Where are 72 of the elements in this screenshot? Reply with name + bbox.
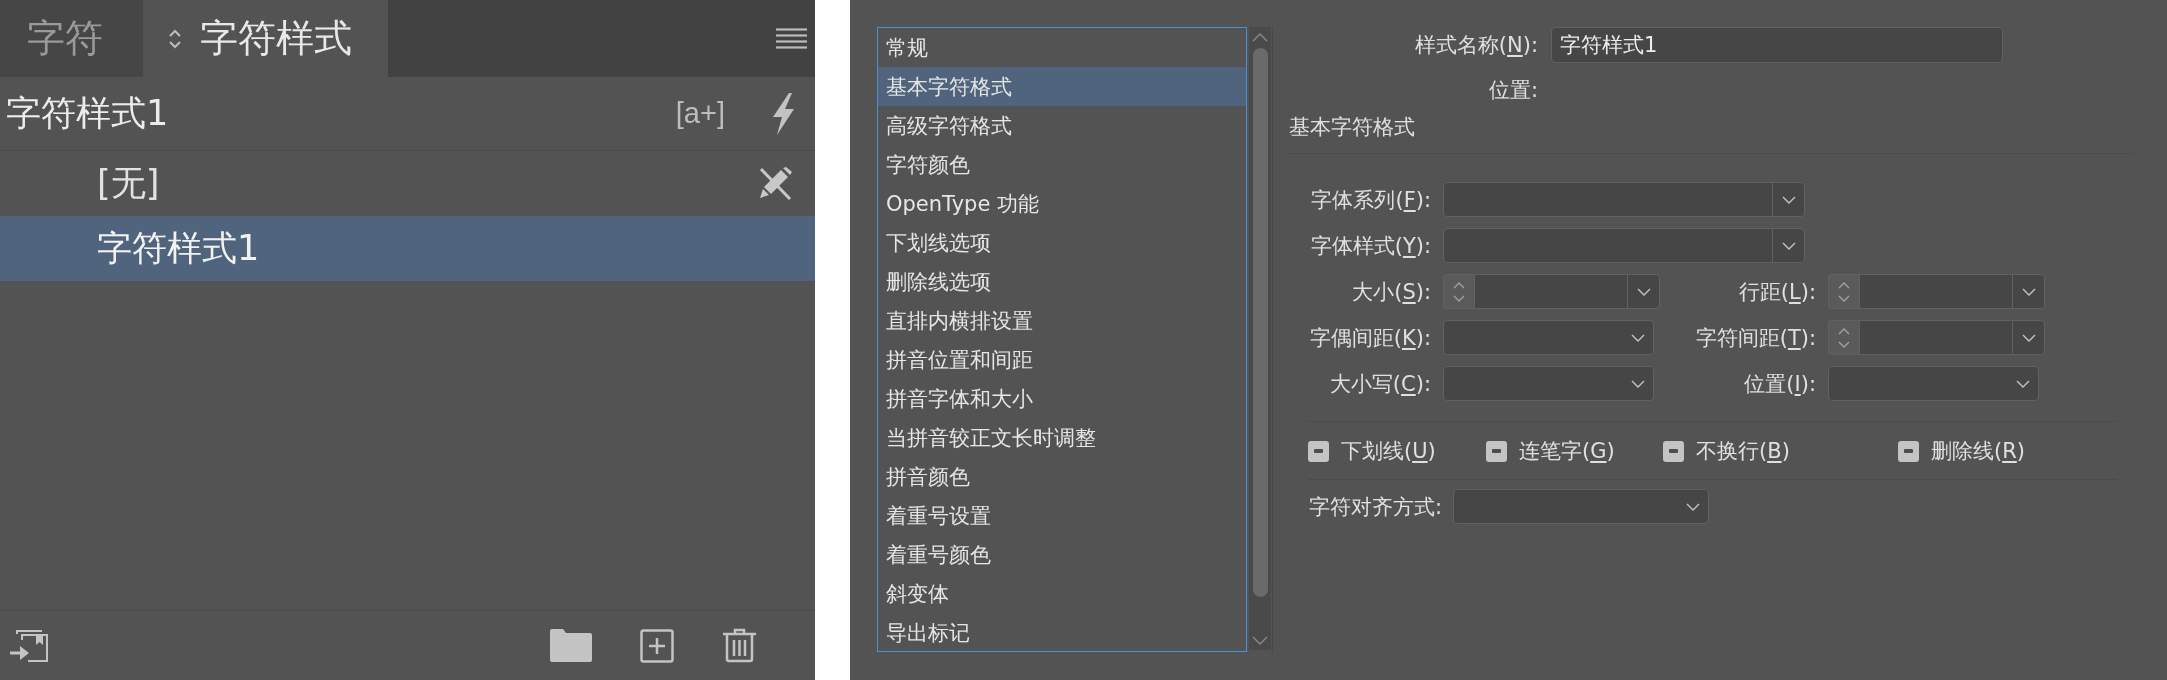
category-list-item[interactable]: 着重号颜色 xyxy=(878,535,1246,574)
category-list-item[interactable]: 拼音位置和间距 xyxy=(878,340,1246,379)
chevron-up-icon[interactable] xyxy=(1252,33,1268,42)
category-list-item[interactable]: 字符颜色 xyxy=(878,145,1246,184)
checkbox-label: 不换行(B) xyxy=(1696,438,1790,464)
folder-icon[interactable] xyxy=(550,629,592,662)
field-label: 字偶间距(K): xyxy=(1309,324,1431,351)
field-label: 大小(S): xyxy=(1352,278,1431,305)
category-list-item[interactable]: 着重号设置 xyxy=(878,496,1246,535)
scrollbar-thumb[interactable] xyxy=(1252,48,1268,597)
category-list-item[interactable]: 常规 xyxy=(878,28,1246,67)
field-label: 字符对齐方式: xyxy=(1309,493,1443,520)
stepper-button[interactable] xyxy=(1828,274,1859,309)
checkbox-label: 下划线(U) xyxy=(1341,438,1436,464)
field-label: 字体系列(F): xyxy=(1311,186,1431,213)
trash-icon[interactable] xyxy=(722,628,757,663)
dropdown[interactable] xyxy=(1443,320,1654,355)
style-list-item[interactable]: [无] xyxy=(0,151,815,216)
dropdown[interactable] xyxy=(1443,182,1805,217)
category-list-item[interactable]: 拼音字体和大小 xyxy=(878,379,1246,418)
field-label: 行距(L): xyxy=(1738,278,1816,305)
chevron-down-icon xyxy=(2015,379,2030,388)
panel-tab[interactable]: 字符样式 xyxy=(143,0,388,77)
chevron-down-icon xyxy=(1636,287,1651,296)
field-label: 大小写(C): xyxy=(1329,370,1431,397)
checkbox[interactable] xyxy=(1663,440,1684,462)
category-list-item[interactable]: 删除线选项 xyxy=(878,262,1246,301)
dropdown[interactable] xyxy=(1828,366,2039,401)
dropdown[interactable] xyxy=(1859,274,2045,309)
chevron-down-icon xyxy=(2021,287,2036,296)
menu-icon[interactable] xyxy=(776,28,807,49)
category-list-item[interactable]: 基本字符格式 xyxy=(878,67,1246,106)
chevron-down-icon xyxy=(1685,502,1700,511)
category-list-item[interactable]: OpenType 功能 xyxy=(878,184,1246,223)
current-style-title: 字符样式1 xyxy=(6,92,169,135)
dropdown[interactable] xyxy=(1453,489,1710,524)
category-list-item[interactable]: 高级字符格式 xyxy=(878,106,1246,145)
dropdown[interactable] xyxy=(1443,228,1805,263)
chevron-down-icon xyxy=(1781,195,1796,204)
style-list-item[interactable]: 字符样式1 xyxy=(0,216,815,281)
dropdown[interactable] xyxy=(1474,274,1660,309)
category-list-item[interactable]: 拼音颜色 xyxy=(878,457,1246,496)
checkbox[interactable] xyxy=(1898,440,1919,462)
chevron-down-icon xyxy=(2021,333,2036,342)
dropdown[interactable] xyxy=(1443,366,1654,401)
panel-tab[interactable]: 字符 xyxy=(0,0,143,77)
field-label: 样式名称(N): xyxy=(1414,33,1538,57)
checkbox-label: 连笔字(G) xyxy=(1519,438,1615,464)
category-list-item[interactable]: 当拼音较正文长时调整 xyxy=(878,418,1246,457)
field-label: 字体样式(Y): xyxy=(1310,232,1431,259)
field-label: 字符间距(T): xyxy=(1695,324,1816,351)
category-list-item[interactable]: 下划线选项 xyxy=(878,223,1246,262)
checkbox[interactable] xyxy=(1486,440,1507,462)
field-label: 位置: xyxy=(1488,78,1538,102)
chevron-down-icon xyxy=(1630,379,1645,388)
category-list-item[interactable]: 直排内横排设置 xyxy=(878,301,1246,340)
stepper-button[interactable] xyxy=(1443,274,1474,309)
category-list-item[interactable]: 斜变体 xyxy=(878,574,1246,613)
chevron-down-icon xyxy=(1630,333,1645,342)
section-title: 基本字符格式 xyxy=(1289,115,1415,139)
arrow-into-frame-icon[interactable] xyxy=(9,628,49,663)
field-label: 位置(I): xyxy=(1744,370,1816,397)
style-name-input[interactable]: 字符样式1 xyxy=(1551,27,2003,63)
style-override-button[interactable]: [a+] xyxy=(675,97,725,130)
dropdown[interactable] xyxy=(1859,320,2045,355)
plus-square-icon[interactable] xyxy=(640,628,674,663)
checkbox[interactable] xyxy=(1308,440,1329,462)
chevron-down-icon xyxy=(1781,241,1796,250)
stepper-button[interactable] xyxy=(1828,320,1859,355)
checkbox-label: 删除线(R) xyxy=(1931,438,2025,464)
chevron-down-icon[interactable] xyxy=(1252,636,1268,645)
category-list-item[interactable]: 导出标记 xyxy=(878,613,1246,651)
